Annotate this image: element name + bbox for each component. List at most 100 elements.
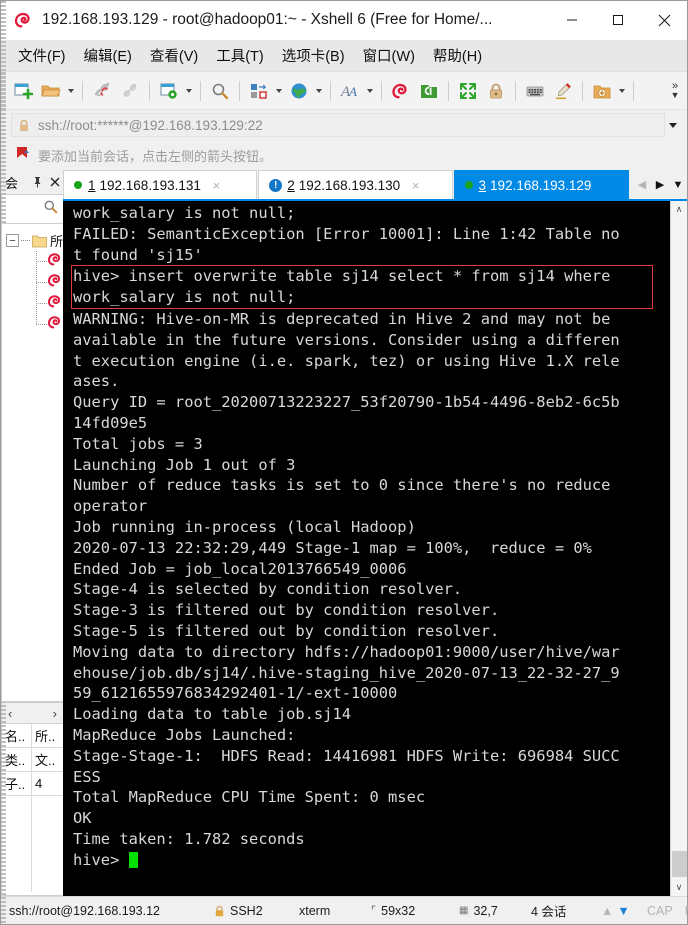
status-cursor-position: ▦ 32,7 <box>459 904 531 918</box>
cursor-pos-icon: ▦ <box>459 905 469 916</box>
tab-192-168-193-129[interactable]: 3 192.168.193.129 <box>453 170 629 199</box>
tree-session-item[interactable] <box>2 272 63 293</box>
toolbar-separator <box>239 80 240 101</box>
terminal-line: Loading data to table job.sj14 <box>73 705 351 724</box>
highlight-pen-icon[interactable] <box>549 77 577 105</box>
globe-dropdown-caret[interactable] <box>313 77 325 105</box>
scroll-up-icon[interactable]: ∧ <box>671 201 688 218</box>
tab-close-icon[interactable]: × <box>409 178 422 193</box>
menu-help[interactable]: 帮助(H) <box>424 42 491 69</box>
tree-connector <box>36 282 47 283</box>
xftp-icon[interactable] <box>415 77 443 105</box>
terminal-line: FAILED: SemanticException [Error 10001]:… <box>73 224 620 243</box>
menu-tools[interactable]: 工具(T) <box>207 42 273 69</box>
add-folder-dropdown-caret[interactable] <box>616 77 628 105</box>
terminal-line: 14fd09e5 <box>73 413 148 432</box>
status-terminal-type: xterm <box>299 903 331 918</box>
keyboard-icon[interactable] <box>521 77 549 105</box>
font-icon[interactable]: A A <box>336 77 364 105</box>
terminal-prompt-line: hive> <box>73 850 670 871</box>
table-row: 类.. 文.. <box>2 748 63 772</box>
scrollbar-track[interactable] <box>671 218 688 879</box>
props-prev-button[interactable]: ‹ <box>8 706 12 721</box>
props-next-button[interactable]: › <box>53 706 57 721</box>
session-properties-dropdown-caret[interactable] <box>183 77 195 105</box>
pin-icon[interactable] <box>29 172 46 192</box>
hint-text: 要添加当前会话，点击左侧的箭头按钮。 <box>38 148 273 164</box>
tree-session-item[interactable] <box>2 251 63 272</box>
tree-connector <box>36 261 47 262</box>
tab-status-alert-icon: ! <box>269 178 283 192</box>
session-properties-icon[interactable] <box>155 77 183 105</box>
tab-scroll-right-icon[interactable]: ▶ <box>651 171 669 198</box>
tab-label: 192.168.193.130 <box>298 177 401 193</box>
scrollbar-thumb[interactable] <box>671 851 687 877</box>
menu-file[interactable]: 文件(F) <box>9 42 75 69</box>
terminal-screen[interactable]: work_salary is not null; FAILED: Semantic… <box>63 201 670 896</box>
tab-close-icon[interactable]: × <box>210 178 223 193</box>
table-row: 子.. 4 <box>2 772 63 796</box>
download-arrow-icon: ▼ <box>617 903 630 918</box>
fullscreen-icon[interactable] <box>454 77 482 105</box>
terminal-line: Launching Job 1 out of 3 <box>73 455 296 474</box>
open-folder-dropdown-caret[interactable] <box>65 77 77 105</box>
add-folder-icon[interactable] <box>588 77 616 105</box>
xshell-icon[interactable] <box>387 77 415 105</box>
tree-session-item[interactable] <box>2 293 63 314</box>
disconnect-icon[interactable] <box>88 77 116 105</box>
tree-expander-icon[interactable]: − <box>6 234 19 247</box>
tab-status-connected-icon <box>74 181 82 189</box>
tab-192-168-193-130[interactable]: ! 2 192.168.193.130 × <box>258 170 453 199</box>
find-icon[interactable] <box>206 77 234 105</box>
session-tree[interactable]: − 所 <box>1 224 63 702</box>
property-value: 4 <box>35 776 43 791</box>
toolbar: A A » ▼ <box>1 72 687 110</box>
terminal-line: Job running in-process (local Hadoop) <box>73 517 416 536</box>
menu-tabs[interactable]: 选项卡(B) <box>273 42 354 69</box>
terminal-line: 2020-07-13 22:32:29,449 Stage-1 map = 10… <box>73 538 592 557</box>
address-input[interactable]: ssh://root:******@192.168.193.129:22 <box>11 113 665 137</box>
close-icon[interactable] <box>46 172 63 192</box>
close-button[interactable] <box>641 1 687 40</box>
folder-icon <box>32 234 47 248</box>
tab-number: 3 <box>478 177 487 193</box>
maximize-button[interactable] <box>595 1 641 40</box>
terminal-line: Stage-4 is selected by condition resolve… <box>73 580 463 599</box>
tab-list-menu-icon[interactable]: ▼ <box>669 171 687 198</box>
address-dropdown-caret[interactable] <box>665 123 681 128</box>
terminal-line: Moving data to directory hdfs://hadoop01… <box>73 642 620 661</box>
menu-bar: 文件(F) 编辑(E) 查看(V) 工具(T) 选项卡(B) 窗口(W) 帮助(… <box>1 40 687 72</box>
minimize-button[interactable] <box>549 1 595 40</box>
tree-session-item[interactable] <box>2 314 63 335</box>
menu-window[interactable]: 窗口(W) <box>354 42 424 69</box>
window-controls <box>549 1 687 40</box>
scroll-down-icon[interactable]: ∨ <box>671 879 688 896</box>
toolbar-separator <box>515 80 516 101</box>
table-filler <box>2 820 63 844</box>
terminal-scrollbar[interactable]: ∧ ∨ <box>670 201 687 896</box>
terminal-line: t found 'sj15' <box>73 245 203 264</box>
layout-dropdown-caret[interactable] <box>273 77 285 105</box>
lock-icon[interactable] <box>482 77 510 105</box>
terminal-line: Time taken: 1.782 seconds <box>73 829 305 848</box>
terminal-line: Total jobs = 3 <box>73 434 203 453</box>
menu-view[interactable]: 查看(V) <box>141 42 207 69</box>
new-session-icon[interactable] <box>9 77 37 105</box>
open-folder-icon[interactable] <box>37 77 65 105</box>
tab-192-168-193-131[interactable]: 1 192.168.193.131 × <box>63 170 258 199</box>
tab-scroll-left-icon[interactable]: ◀ <box>633 171 651 198</box>
globe-icon[interactable] <box>285 77 313 105</box>
terminal-line: MapReduce Jobs Launched: <box>73 725 296 744</box>
reconnect-icon[interactable] <box>116 77 144 105</box>
session-search-input[interactable] <box>1 194 63 224</box>
font-dropdown-caret[interactable] <box>364 77 376 105</box>
tree-root-node[interactable]: − 所 <box>2 230 63 251</box>
terminal-line: 59_6121655976834292401-1/-ext-10000 <box>73 684 398 703</box>
status-bar: ssh://root@192.168.193.12 SSH2 xterm ⌜ 5… <box>1 896 688 924</box>
toolbar-overflow-button[interactable]: » ▼ <box>665 72 685 110</box>
search-icon <box>43 199 58 219</box>
layout-icon[interactable] <box>245 77 273 105</box>
menu-edit[interactable]: 编辑(E) <box>75 42 141 69</box>
lock-icon <box>214 905 225 917</box>
terminal-line: ehouse/job.db/sj14/.hive-staging_hive_20… <box>73 663 620 682</box>
